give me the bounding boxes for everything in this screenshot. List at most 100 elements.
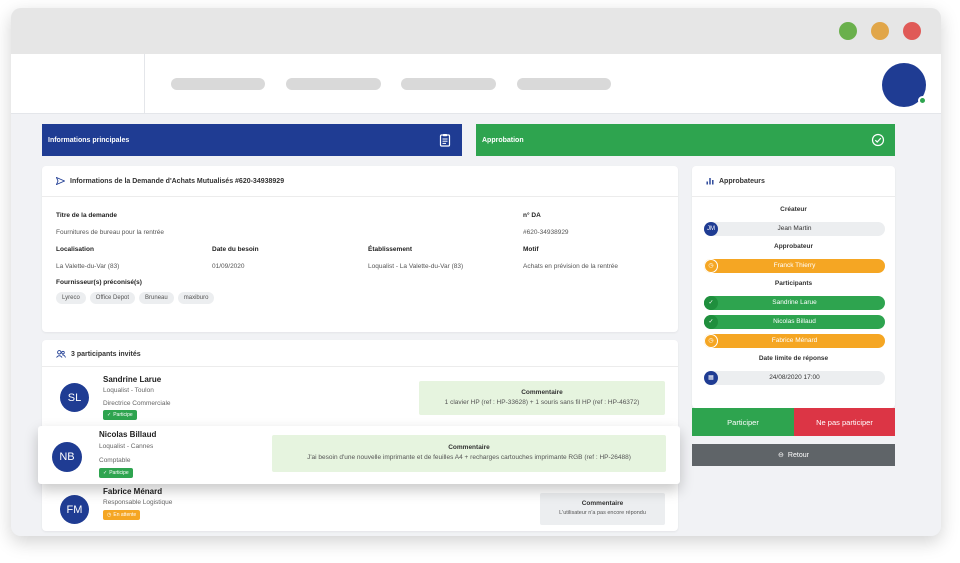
supplier-chip: Office Depot — [89, 292, 136, 304]
participant-row-highlighted[interactable]: NB Nicolas Billaud Loqualist - Cannes Co… — [38, 426, 680, 484]
supplier-chip: Bruneau — [139, 292, 174, 304]
approver-label: Approbateur — [774, 243, 813, 250]
comment-text: J'ai besoin d'une nouvelle imprimante et… — [307, 454, 631, 461]
approver-name: Franck Thierry — [773, 262, 816, 269]
title-value: Fournitures de bureau pour la rentrée — [56, 229, 165, 236]
nav-divider — [144, 54, 145, 114]
approver-participant-pill: ◷ Fabrice Ménard — [704, 334, 885, 348]
establishment-value: Loqualist - La Valette-du-Var (83) — [368, 263, 464, 270]
reason-label: Motif — [523, 246, 539, 253]
close-dot[interactable] — [903, 22, 921, 40]
approvers-card-header: Approbateurs — [706, 177, 765, 185]
status-text: En attente — [113, 512, 137, 518]
participant-avatar: NB — [52, 442, 82, 472]
bar-chart-icon — [706, 178, 714, 185]
date-value: 01/09/2020 — [212, 263, 245, 270]
number-value: #620-34938929 — [523, 229, 569, 236]
participant-role: Directrice Commerciale — [103, 400, 171, 407]
status-text: Participe — [113, 412, 133, 418]
request-card-title: Informations de la Demande d'Achats Mutu… — [70, 177, 285, 185]
back-button[interactable]: ⊖ Retour — [692, 444, 895, 466]
back-label: Retour — [787, 451, 809, 459]
creator-pill: JM Jean Martin — [704, 222, 885, 236]
comment-box: Commentaire J'ai besoin d'une nouvelle i… — [272, 435, 666, 472]
approver-pill: ◷ Franck Thierry — [704, 259, 885, 273]
tab-approbation[interactable]: Approbation — [476, 124, 895, 156]
approvers-card-title: Approbateurs — [719, 177, 765, 185]
main-content: Informations principales Approbation Inf… — [11, 114, 941, 536]
status-badge: ◷ En attente — [103, 510, 141, 520]
check-icon: ✓ — [107, 412, 112, 418]
title-label: Titre de la demande — [56, 212, 117, 219]
reason-value: Achats en prévision de la rentrée — [523, 263, 619, 270]
approver-participant-pill: ✓ Sandrine Larue — [704, 296, 885, 310]
nav-placeholder-1[interactable] — [171, 78, 265, 90]
suppliers-label: Fournisseur(s) préconisé(s) — [56, 279, 142, 286]
participant-role: Comptable — [99, 457, 131, 464]
status-badge: ✓ Participe — [103, 410, 137, 420]
divider — [42, 366, 678, 367]
online-status-dot — [918, 96, 927, 105]
clock-icon: ◷ — [704, 259, 718, 273]
establishment-label: Établissement — [368, 246, 413, 253]
status-badge: ✓ Participe — [99, 468, 133, 478]
location-label: Localisation — [56, 246, 94, 253]
creator-avatar: JM — [704, 222, 718, 236]
nav-placeholder-4[interactable] — [517, 78, 611, 90]
supplier-chip: maxiburo — [177, 292, 215, 304]
comment-title: Commentaire — [581, 500, 624, 507]
request-card-header: Informations de la Demande d'Achats Mutu… — [56, 177, 284, 185]
participant-name: Nicolas Billaud — [773, 318, 816, 325]
comment-box: Commentaire L'utilisateur n'a pas encore… — [540, 493, 665, 525]
supplier-chips: Lyreco Office Depot Bruneau maxiburo — [56, 292, 215, 304]
minimize-dot[interactable] — [871, 22, 889, 40]
supplier-chip: Lyreco — [56, 292, 86, 304]
user-avatar[interactable] — [882, 63, 927, 107]
browser-window: Informations principales Approbation Inf… — [11, 8, 941, 536]
request-info-card: Informations de la Demande d'Achats Mutu… — [42, 166, 678, 332]
date-label: Date du besoin — [212, 246, 259, 253]
deadline-pill: ▦ 24/08/2020 17:00 — [704, 371, 885, 385]
send-icon — [56, 177, 65, 185]
creator-name: Jean Martin — [777, 225, 812, 232]
nav-placeholder-3[interactable] — [401, 78, 496, 90]
approvers-card: Approbateurs Créateur JM Jean Martin App… — [692, 166, 895, 408]
participant-name: Fabrice Ménard — [771, 337, 818, 344]
comment-title: Commentaire — [448, 444, 490, 451]
title-bar — [11, 8, 941, 54]
divider — [42, 196, 678, 197]
participant-name: Sandrine Larue — [772, 299, 817, 306]
comment-text: 1 clavier HP (ref : HP-33628) + 1 souris… — [444, 399, 640, 406]
clipboard-icon — [439, 134, 451, 147]
deadline-value: 24/08/2020 17:00 — [769, 374, 820, 381]
location-value: La Valette-du-Var (83) — [56, 263, 120, 270]
maximize-dot[interactable] — [839, 22, 857, 40]
comment-text: L'utilisateur n'a pas encore répondu — [559, 510, 646, 516]
tab-informations-principales[interactable]: Informations principales — [42, 124, 462, 156]
divider — [692, 196, 895, 197]
nav-placeholder-2[interactable] — [286, 78, 381, 90]
participant-avatar: SL — [60, 383, 89, 412]
calendar-icon: ▦ — [704, 371, 718, 385]
participant-name: Nicolas Billaud — [99, 430, 157, 439]
participant-name: Fabrice Ménard — [103, 487, 163, 496]
tab-label: Informations principales — [48, 136, 130, 144]
top-navbar — [11, 54, 941, 114]
number-label: n° DA — [523, 212, 541, 219]
arrow-left-circle-icon: ⊖ — [778, 452, 784, 459]
check-circle-icon — [871, 133, 885, 147]
check-icon: ✓ — [103, 470, 108, 476]
creator-label: Créateur — [780, 206, 807, 213]
check-icon: ✓ — [704, 296, 718, 310]
decline-button[interactable]: Ne pas participer — [794, 408, 895, 436]
clock-icon: ◷ — [107, 512, 112, 518]
participate-button[interactable]: Participer — [692, 408, 794, 436]
comment-title: Commentaire — [521, 389, 563, 396]
clock-icon: ◷ — [704, 334, 718, 348]
participant-role: Responsable Logistique — [103, 499, 173, 506]
participants-card-header: 3 participants invités — [56, 350, 141, 358]
comment-box: Commentaire 1 clavier HP (ref : HP-33628… — [419, 381, 665, 415]
participant-avatar: FM — [60, 495, 89, 524]
deadline-label: Date limite de réponse — [758, 355, 829, 362]
status-text: Participe — [109, 470, 129, 476]
